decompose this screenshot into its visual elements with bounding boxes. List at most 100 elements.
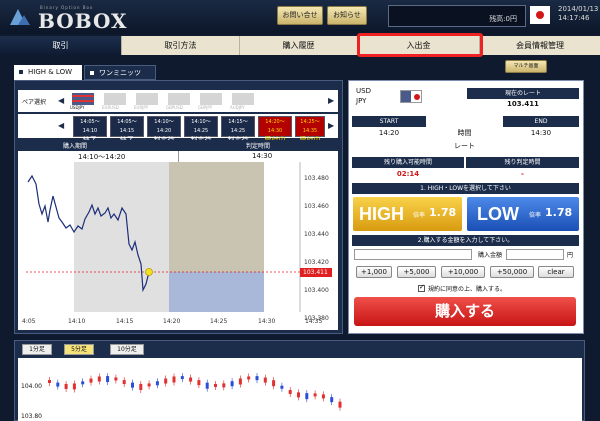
pair-usdjpy-label: USDJPY <box>70 105 85 110</box>
tab-high-low-label: HIGH & LOW <box>28 68 73 76</box>
candle-body <box>139 383 143 390</box>
news-button[interactable]: お知らせ <box>327 6 367 25</box>
candle-body <box>56 382 60 387</box>
contact-button[interactable]: お問い合せ <box>277 6 323 25</box>
japan-flag-icon <box>530 6 550 24</box>
low-button[interactable]: LOW 倍率 1.78 <box>467 197 579 231</box>
candle-body <box>247 376 251 380</box>
y-tick-label: 103.420 <box>304 259 329 266</box>
logo-mark-icon <box>10 9 30 25</box>
agree-checkbox[interactable]: ✓ <box>418 283 425 292</box>
x-axis-ticks: 4:05 14:10 14:15 14:20 14:25 14:30 14:35 <box>22 318 322 325</box>
tab-one-minutes[interactable]: ワンミニッツ <box>84 65 156 80</box>
slot-prev-arrow-icon[interactable]: ◀ <box>58 121 64 130</box>
timeframe-10min-button[interactable]: 10分足 <box>110 344 144 355</box>
candle-body <box>288 389 292 394</box>
usdjpy-flags-icon <box>400 90 422 103</box>
time-slot[interactable]: 14:05〜14:10終了 <box>73 116 107 144</box>
slot-next-arrow-icon[interactable]: ▶ <box>328 121 334 130</box>
au-flag-icon <box>232 93 254 105</box>
candle-body <box>131 382 134 388</box>
tab-member-info[interactable]: 会員情報管理 <box>480 36 600 55</box>
current-point-marker <box>145 268 153 276</box>
end-label: END <box>503 116 579 127</box>
timeframe-5min-button[interactable]: 5分足 <box>64 344 94 355</box>
judge-time-value: 14:30 <box>252 152 273 160</box>
tab-high-low[interactable]: HIGH & LOW <box>14 65 82 80</box>
y-tick-label: 103.440 <box>304 231 329 238</box>
clear-button[interactable]: clear <box>538 266 574 278</box>
candle-body <box>89 378 93 383</box>
candle-body <box>238 378 242 385</box>
pair-eurusd-label: EURUSD <box>102 105 119 110</box>
start-label: START <box>352 116 426 127</box>
time-slot-range: 14:25〜14:35 <box>300 119 320 134</box>
current-rate-value: 103.411 <box>507 100 539 108</box>
add-5000-button[interactable]: +5,000 <box>397 266 436 278</box>
pair-next-arrow-icon[interactable]: ▶ <box>328 96 334 105</box>
candle-body <box>189 377 193 382</box>
start-time: 14:20 <box>378 129 400 137</box>
pair-select-label: ペア選択 <box>22 99 47 106</box>
time-slot[interactable]: 14:25〜14:35受付中 <box>295 116 325 144</box>
uk-flag-icon <box>168 93 190 105</box>
time-label: 時間 <box>457 129 472 137</box>
add-1000-button[interactable]: +1,000 <box>356 266 392 278</box>
amount-input[interactable] <box>506 249 564 260</box>
pair-gbpjpy[interactable]: GBPJPY <box>198 92 226 110</box>
time-slot[interactable]: 14:05〜14:15終了 <box>110 116 144 144</box>
candle-body <box>48 380 51 383</box>
amount-extra-field[interactable] <box>354 249 472 260</box>
tab-trade[interactable]: 取引 <box>0 36 122 55</box>
pair-gbpusd-label: GBPUSD <box>166 105 183 110</box>
add-10000-button[interactable]: +10,000 <box>441 266 485 278</box>
multi-screen-button[interactable]: マルチ画面 <box>505 60 547 73</box>
pair-eurusd[interactable]: EURUSD <box>102 92 130 110</box>
add-50000-button[interactable]: +50,000 <box>490 266 534 278</box>
time-slot-range: 14:20〜14:30 <box>265 119 285 134</box>
bullet-icon <box>90 71 94 75</box>
pair-prev-arrow-icon[interactable]: ◀ <box>58 96 64 105</box>
time-slot-range: 14:15〜14:25 <box>228 119 248 134</box>
check-icon: ✓ <box>419 283 425 291</box>
pair-base: USD <box>356 87 371 95</box>
time-slot[interactable]: 14:15〜14:25判定待 <box>221 116 255 144</box>
tab-one-minutes-label: ワンミニッツ <box>99 69 141 77</box>
x-tick-label: 4:05 <box>22 318 36 325</box>
candle-body <box>305 393 309 400</box>
pair-audjpy[interactable]: AUDJPY <box>230 92 258 110</box>
pair-name: USD JPY <box>352 84 400 108</box>
time-slot[interactable]: 14:20〜14:30受付中 <box>258 116 292 144</box>
candle-chart: 104.00 103.80 <box>18 358 582 421</box>
time-slot[interactable]: 14:10〜14:20判定待 <box>147 116 181 144</box>
candle-body <box>114 377 118 381</box>
candle-body <box>172 376 176 383</box>
time-slot[interactable]: 14:10〜14:25判定待 <box>184 116 218 144</box>
x-tick-label: 14:25 <box>210 318 227 325</box>
eu-flag-icon <box>136 93 158 105</box>
judge-time-label: 判定時間 <box>246 143 271 150</box>
candle-body <box>205 382 209 389</box>
pair-usdjpy[interactable]: USDJPY <box>70 92 98 110</box>
buy-button[interactable]: 購入する <box>354 297 576 326</box>
main-nav: 取引 取引方法 購入履歴 入出金 会員情報管理 <box>0 36 600 55</box>
tab-how-to-trade[interactable]: 取引方法 <box>122 36 240 55</box>
timeframe-1min-button[interactable]: 1分足 <box>22 344 52 355</box>
header: Binary Option Box BOBOX お問い合せ お知らせ 残高:0円… <box>0 0 600 34</box>
candle-body <box>255 376 259 381</box>
current-rate-label: 現在のレート <box>467 88 579 99</box>
low-label: LOW <box>477 204 519 224</box>
pair-gbpusd[interactable]: GBPUSD <box>166 92 194 110</box>
time-slot-range: 14:05〜14:15 <box>117 119 137 134</box>
pair-eurjpy[interactable]: EURJPY <box>134 92 162 110</box>
judge-period-shade-lower <box>169 272 264 312</box>
period-values: 14:10〜14:20 14:30 <box>18 151 338 162</box>
candle-body <box>197 380 201 386</box>
uk-flag-icon <box>200 93 222 105</box>
time-slot-range: 14:05〜14:10 <box>80 119 100 134</box>
high-button[interactable]: HIGH 倍率 1.78 <box>353 197 462 231</box>
tab-purchase-history[interactable]: 購入履歴 <box>240 36 358 55</box>
pair-eurjpy-label: EURJPY <box>134 105 149 110</box>
y-tick-label: 103.400 <box>304 287 329 294</box>
remaining-buy-time: 02:14 <box>396 170 420 178</box>
